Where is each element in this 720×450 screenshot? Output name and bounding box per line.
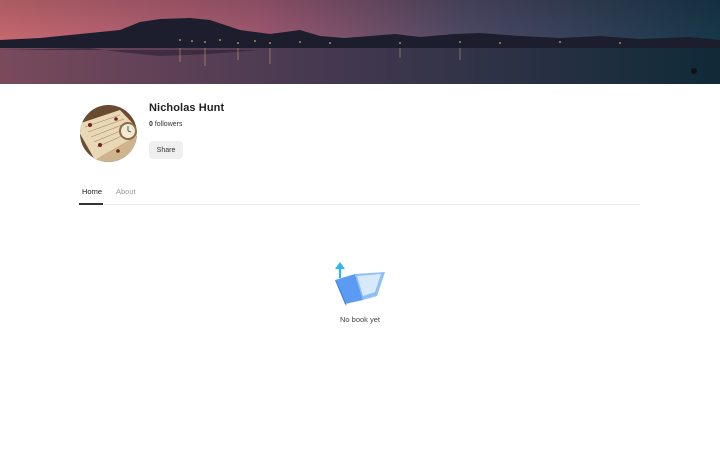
profile-tabs: Home About <box>79 183 640 205</box>
profile-name: Nicholas Hunt <box>149 102 225 114</box>
banner-image <box>0 0 720 84</box>
active-tab-indicator <box>79 203 103 205</box>
tab-about[interactable]: About <box>116 187 136 196</box>
profile-header: Nicholas Hunt 0 followers Share <box>80 102 640 165</box>
share-button[interactable]: Share <box>149 141 183 159</box>
empty-state: No book yet <box>300 262 420 332</box>
avatar[interactable] <box>80 105 137 162</box>
empty-state-message: No book yet <box>339 315 381 324</box>
book-upload-icon <box>335 262 385 306</box>
tab-home[interactable]: Home <box>82 187 102 196</box>
followers-count[interactable]: 0 followers <box>149 121 182 128</box>
followers-label: followers <box>154 121 183 128</box>
book-with-pocket-watch-icon <box>80 105 137 162</box>
followers-number: 0 <box>149 121 153 128</box>
profile-banner <box>0 0 720 84</box>
